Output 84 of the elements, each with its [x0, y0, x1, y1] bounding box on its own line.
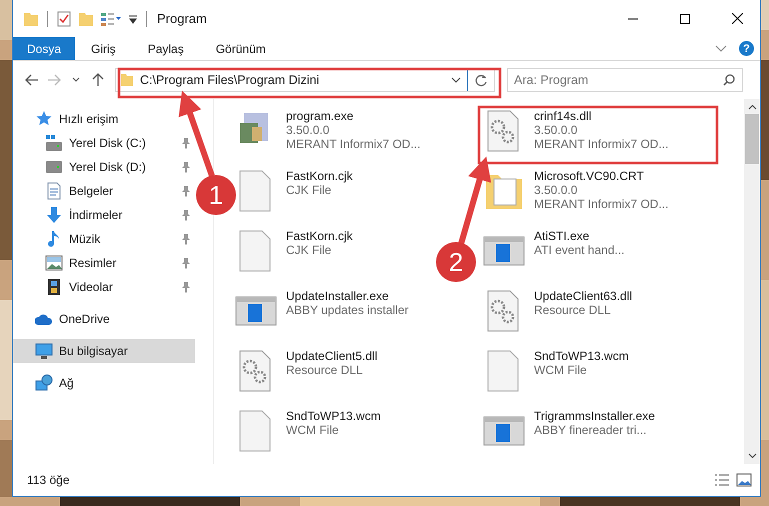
ribbon-tab[interactable]: Dosya [13, 37, 76, 60]
drive-icon [45, 158, 63, 176]
file-name[interactable]: UpdateClient5.dll [286, 349, 378, 363]
file-detail: Resource DLL [286, 363, 363, 377]
file-name[interactable]: SndToWP13.wcm [286, 409, 381, 423]
ribbon-tab[interactable]: Görünüm [200, 37, 282, 60]
pin-icon[interactable] [181, 233, 191, 245]
search-icon[interactable] [723, 74, 735, 86]
nav-item[interactable]: Belgeler [13, 179, 195, 203]
file-detail: ATI event hand... [534, 243, 624, 257]
scrollbar[interactable] [744, 99, 760, 464]
close-icon [732, 13, 742, 24]
file-name[interactable]: FastKorn.cjk [286, 169, 353, 183]
file-name[interactable]: Microsoft.VC90.CRT [534, 169, 644, 183]
folder-icon [120, 73, 134, 87]
pin-icon[interactable] [181, 185, 191, 197]
nav-item[interactable]: Ağ [13, 371, 195, 395]
details-view-icon[interactable] [714, 473, 730, 487]
nav-item[interactable]: İndirmeler [13, 203, 195, 227]
ribbon-tab[interactable]: Paylaş [132, 37, 200, 60]
file-name[interactable]: TrigrammsInstaller.exe [534, 409, 655, 423]
pin-icon[interactable] [181, 161, 191, 173]
file-detail: 3.50.0.0 [534, 123, 578, 137]
nav-item[interactable]: Hızlı erişim [13, 107, 195, 131]
file-detail: ABBY finereader tri... [534, 423, 646, 437]
step-badge: 1 [196, 175, 236, 215]
file-detail: CJK File [286, 243, 332, 257]
step-badge: 2 [436, 242, 476, 282]
caret-icon [72, 77, 80, 83]
up-arrow-icon [92, 73, 104, 87]
docs-icon [45, 182, 63, 200]
nav-item[interactable]: Resimler [13, 251, 195, 275]
scroll-up-icon[interactable] [748, 104, 756, 110]
dropdown-icon[interactable] [451, 77, 461, 83]
nav-item[interactable]: Yerel Disk (C:) [13, 131, 195, 155]
star-icon [35, 110, 53, 128]
network-icon [35, 374, 53, 392]
drive-icon [45, 134, 63, 152]
expand-ribbon-icon[interactable] [715, 44, 727, 52]
window-title: Program [157, 11, 208, 26]
pictures-icon [45, 254, 63, 272]
file-detail: WCM File [286, 423, 339, 437]
file-name[interactable]: SndToWP13.wcm [534, 349, 629, 363]
file-name[interactable]: crinf14s.dll [534, 109, 592, 123]
file-detail: MERANT Informix7 OD... [534, 197, 668, 211]
file-name[interactable]: UpdateInstaller.exe [286, 289, 389, 303]
file-detail: MERANT Informix7 OD... [534, 137, 668, 151]
back-arrow-icon [25, 74, 39, 86]
view-options-icon[interactable] [100, 10, 122, 26]
pin-icon[interactable] [181, 257, 191, 269]
nav-item[interactable]: Müzik [13, 227, 195, 251]
search-field[interactable]: Ara: Program [507, 68, 743, 92]
pc-icon [35, 342, 53, 360]
refresh-icon[interactable] [474, 74, 488, 86]
maximize-icon [680, 14, 690, 24]
properties-icon[interactable] [56, 10, 72, 26]
file-detail: 3.50.0.0 [286, 123, 330, 137]
file-detail: WCM File [534, 363, 587, 377]
ribbon-tab[interactable]: Giriş [75, 37, 132, 60]
nav-item[interactable]: Bu bilgisayar [13, 339, 195, 363]
large-icons-view-icon[interactable] [736, 473, 752, 487]
file-name[interactable]: AtiSTI.exe [534, 229, 590, 243]
address-bar[interactable]: C:\Program Files\Program Dizini [115, 68, 495, 92]
file-detail: 3.50.0.0 [534, 183, 578, 197]
nav-item[interactable]: OneDrive [13, 307, 195, 331]
help-button[interactable]: ? [739, 41, 754, 56]
nav-item[interactable]: Yerel Disk (D:) [13, 155, 195, 179]
pin-icon[interactable] [181, 209, 191, 221]
pin-icon[interactable] [181, 281, 191, 293]
scroll-thumb[interactable] [745, 114, 759, 164]
item-count: 113 öğe [27, 473, 70, 487]
file-detail: ABBY updates installer [286, 303, 409, 317]
forward-arrow-icon [47, 74, 61, 86]
video-icon [45, 278, 63, 296]
file-detail: MERANT Informix7 OD... [286, 137, 420, 151]
nav-item[interactable]: Videolar [13, 275, 195, 299]
file-name[interactable]: FastKorn.cjk [286, 229, 353, 243]
scroll-down-icon[interactable] [748, 453, 756, 459]
download-icon [45, 206, 63, 224]
file-detail: Resource DLL [534, 303, 611, 317]
pin-icon[interactable] [181, 137, 191, 149]
file-detail: CJK File [286, 183, 332, 197]
file-name[interactable]: UpdateClient63.dll [534, 289, 632, 303]
file-name[interactable]: program.exe [286, 109, 354, 123]
